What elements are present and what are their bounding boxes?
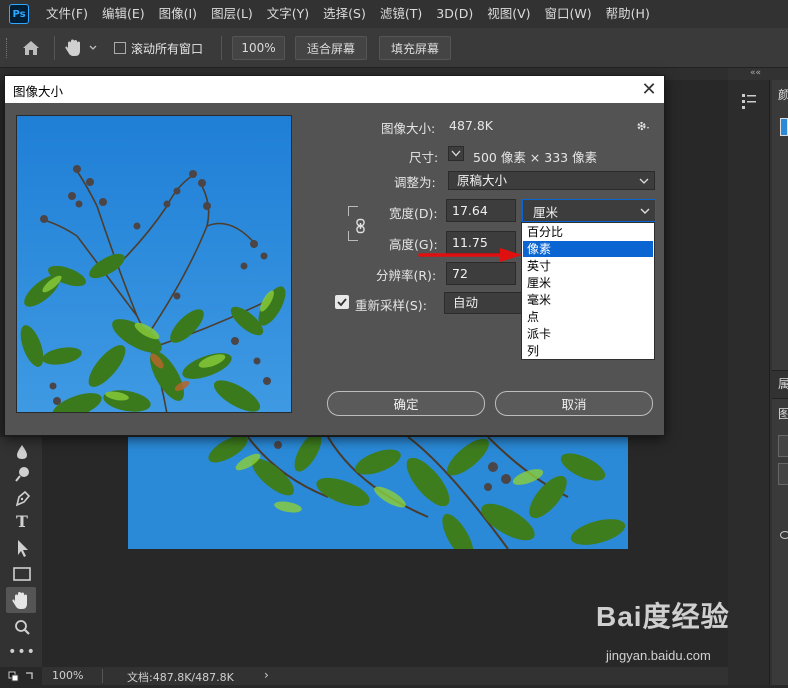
dimensions-label: 尺寸:: [409, 150, 439, 165]
unit-option-picas[interactable]: 派卡: [523, 326, 653, 342]
baidu-jingyan-watermark: Bai度经验 jingyan.baidu.com: [596, 595, 788, 670]
color-panel: 颜: [772, 80, 788, 370]
width-unit-select[interactable]: 厘米: [522, 199, 656, 222]
close-icon[interactable]: ✕: [635, 77, 663, 102]
watermark-brand: Bai度经验: [596, 601, 730, 632]
menu-image[interactable]: 图像(I): [152, 0, 204, 28]
collapse-panels-icon[interactable]: ««: [750, 68, 761, 78]
dialog-title: 图像大小: [13, 84, 64, 99]
properties-panel-header: 属: [772, 370, 788, 394]
blend-mode-select[interactable]: [778, 463, 788, 485]
properties-panel-icon[interactable]: [739, 90, 759, 112]
ok-button[interactable]: 确定: [327, 391, 485, 416]
dimensions-unit-dropdown[interactable]: [448, 146, 464, 161]
gear-icon[interactable]: [635, 118, 651, 134]
menu-window[interactable]: 窗口(W): [538, 0, 599, 28]
resample-method-value: 自动: [453, 295, 479, 310]
photoshop-logo: Ps: [9, 4, 29, 24]
document-canvas-image[interactable]: [128, 437, 628, 549]
dimensions-value: 500 像素 × 333 像素: [473, 150, 598, 165]
menu-view[interactable]: 视图(V): [480, 0, 537, 28]
unit-dropdown-list: 百分比 像素 英寸 厘米 毫米 点 派卡 列: [521, 222, 655, 360]
fit-to-select[interactable]: 原稿大小: [448, 171, 655, 190]
menu-file[interactable]: 文件(F): [39, 0, 95, 28]
hand-tool-preset-icon[interactable]: [62, 36, 102, 60]
width-input[interactable]: 17.64: [446, 199, 516, 222]
separator: [221, 36, 222, 60]
separator: [102, 669, 103, 683]
zoom-tool-icon[interactable]: [8, 617, 36, 639]
watermark-url: jingyan.baidu.com: [606, 648, 711, 663]
color-panel-tab[interactable]: 颜: [778, 86, 788, 103]
menu-filter[interactable]: 滤镜(T): [373, 0, 429, 28]
resample-checkbox[interactable]: [335, 295, 349, 309]
fit-to-value: 原稿大小: [457, 173, 508, 188]
dialog-titlebar[interactable]: 图像大小 ✕: [5, 76, 664, 103]
unit-option-points[interactable]: 点: [523, 309, 653, 325]
blur-tool-icon[interactable]: [8, 441, 36, 463]
fit-screen-button[interactable]: 适合屏幕: [295, 36, 367, 60]
default-colors-icon[interactable]: [6, 667, 40, 685]
separator: [54, 36, 55, 60]
link-bracket-top: [348, 206, 358, 216]
menu-select[interactable]: 选择(S): [316, 0, 373, 28]
status-zoom[interactable]: 100%: [52, 669, 83, 682]
type-tool-icon[interactable]: T: [8, 511, 36, 533]
tools-panel: T •••: [0, 437, 42, 667]
menu-bar: Ps 文件(F) 编辑(E) 图像(I) 图层(L) 文字(Y) 选择(S) 滤…: [0, 0, 788, 28]
resample-method-select[interactable]: 自动: [444, 292, 524, 314]
unit-option-columns[interactable]: 列: [523, 343, 653, 359]
more-tools-icon[interactable]: •••: [8, 641, 36, 663]
status-doc-info: 文档:487.8K/487.8K: [127, 671, 234, 684]
options-grip: [6, 38, 9, 58]
image-size-value: 487.8K: [449, 118, 493, 133]
resolution-label: 分辨率(R):: [376, 268, 437, 283]
unit-option-pixels[interactable]: 像素: [523, 241, 653, 257]
pen-tool-icon[interactable]: [8, 487, 36, 509]
cancel-button[interactable]: 取消: [495, 391, 653, 416]
width-unit-value: 厘米: [533, 205, 559, 220]
constrain-proportions-link-icon[interactable]: [354, 218, 368, 234]
menu-type[interactable]: 文字(Y): [260, 0, 316, 28]
width-label: 宽度(D):: [389, 206, 438, 221]
resample-label: 重新采样(S):: [355, 298, 427, 313]
scroll-all-checkbox[interactable]: [114, 42, 126, 54]
annotation-arrow-icon: [418, 246, 524, 267]
menu-edit[interactable]: 编辑(E): [95, 0, 152, 28]
fill-screen-button[interactable]: 填充屏幕: [379, 36, 451, 60]
options-bar: 滚动所有窗口 100% 适合屏幕 填充屏幕: [0, 28, 788, 68]
home-icon[interactable]: [18, 37, 44, 59]
eye-icon[interactable]: [780, 531, 788, 539]
menu-3d[interactable]: 3D(D): [429, 0, 480, 28]
menu-help[interactable]: 帮助(H): [599, 0, 657, 28]
image-size-label: 图像大小:: [381, 121, 436, 136]
image-preview[interactable]: [16, 115, 292, 413]
hand-tool-icon[interactable]: [6, 587, 36, 613]
status-menu-arrow-icon[interactable]: ›: [264, 668, 269, 682]
layers-panel-tab[interactable]: 图: [778, 405, 788, 422]
unit-option-inches[interactable]: 英寸: [523, 258, 653, 274]
menu-layer[interactable]: 图层(L): [204, 0, 260, 28]
dodge-tool-icon[interactable]: [8, 463, 36, 485]
unit-option-percent[interactable]: 百分比: [523, 224, 653, 240]
unit-option-millimeters[interactable]: 毫米: [523, 292, 653, 308]
zoom-100-button[interactable]: 100%: [232, 36, 285, 60]
unit-option-centimeters[interactable]: 厘米: [523, 275, 653, 291]
rectangle-tool-icon[interactable]: [8, 563, 36, 585]
foreground-color-swatch[interactable]: [780, 118, 788, 136]
layer-filter-field[interactable]: [778, 435, 788, 457]
properties-panel-tab[interactable]: 属: [778, 375, 788, 392]
fit-to-label: 调整为:: [394, 175, 436, 190]
scroll-all-label: 滚动所有窗口: [131, 42, 204, 56]
path-selection-tool-icon[interactable]: [8, 537, 36, 559]
